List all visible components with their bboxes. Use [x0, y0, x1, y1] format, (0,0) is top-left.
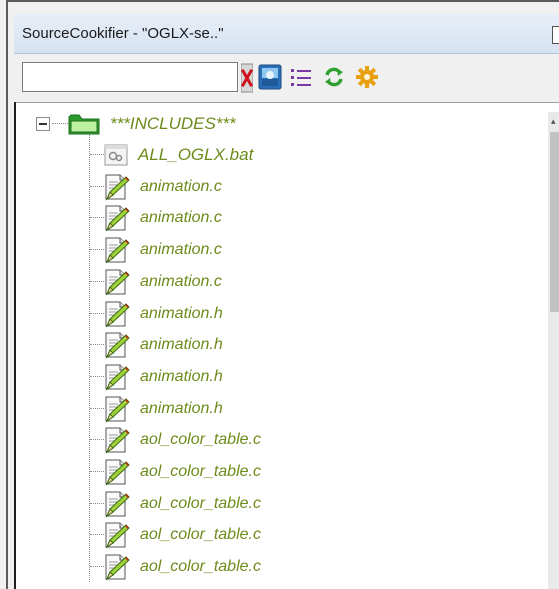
tree-connector-line	[90, 471, 104, 472]
refresh-button[interactable]	[319, 63, 349, 91]
tree-item[interactable]: aol_color_table.c	[90, 551, 261, 582]
tree-item-label: aol_color_table.c	[140, 525, 261, 543]
tree-item[interactable]: animation.h	[90, 329, 223, 360]
tree-root-label: ***INCLUDES***	[110, 113, 236, 133]
tree-item[interactable]: animation.c	[90, 266, 222, 297]
tree-item-label: animation.h	[140, 304, 223, 322]
vertical-scrollbar[interactable]	[548, 112, 559, 589]
tree-item-label: animation.h	[140, 335, 223, 353]
source-file-icon	[104, 331, 130, 359]
source-file-icon	[104, 268, 130, 296]
clear-button[interactable]	[240, 62, 254, 94]
tree-item[interactable]: animation.c	[90, 202, 222, 233]
tree-item[interactable]: aol_color_table.c	[90, 424, 261, 455]
panel-titlebar[interactable]: SourceCookifier - "OGLX-se.."	[14, 14, 559, 54]
tree-connector-line	[90, 408, 104, 409]
tree-item-label: aol_color_table.c	[140, 557, 261, 575]
settings-gear-icon	[356, 66, 378, 88]
list-view-icon	[291, 69, 311, 86]
source-file-icon	[104, 553, 130, 581]
tree-connector-line	[90, 534, 104, 535]
tree-root-includes[interactable]: ***INCLUDES***	[36, 108, 236, 139]
sourcecookifier-panel: SourceCookifier - "OGLX-se.." ▴ ***INCLU…	[0, 0, 559, 589]
tree-item-label: aol_color_table.c	[140, 430, 261, 448]
source-file-icon	[104, 490, 130, 518]
scroll-up-arrow-icon[interactable]: ▴	[551, 116, 556, 127]
tree-connector-line	[90, 217, 104, 218]
tree-item[interactable]: animation.h	[90, 361, 223, 392]
settings-button[interactable]	[353, 63, 381, 91]
tree-connector-line	[90, 439, 104, 440]
tree-top-divider	[14, 102, 559, 103]
tree-connector-line	[90, 376, 104, 377]
collapse-toggle-icon[interactable]	[36, 116, 50, 131]
tree-left-divider	[14, 102, 16, 589]
file-view-button[interactable]	[257, 63, 283, 91]
file-view-icon	[258, 64, 282, 90]
tree-item[interactable]: animation.h	[90, 393, 223, 424]
tree-connector-line	[90, 503, 104, 504]
folder-icon	[68, 114, 100, 134]
batch-file-icon	[104, 144, 128, 166]
tree-item-label: ALL_OGLX.bat	[138, 144, 254, 164]
tree-item[interactable]: aol_color_table.c	[90, 456, 261, 487]
tree-connector-line	[90, 154, 104, 155]
refresh-icon	[325, 67, 343, 87]
tree-item-label: aol_color_table.c	[140, 462, 261, 480]
tree-connector-line	[90, 281, 104, 282]
search-input[interactable]	[22, 62, 238, 92]
tree-item[interactable]: aol_color_table.c	[90, 519, 261, 550]
clear-x-icon	[241, 63, 253, 93]
source-file-icon	[104, 236, 130, 264]
tree-item[interactable]: aol_color_table.c	[90, 488, 261, 519]
tree-item-label: animation.c	[140, 240, 222, 258]
tree-connector-line	[90, 566, 104, 567]
tree-item-label: animation.h	[140, 399, 223, 417]
source-file-icon	[104, 521, 130, 549]
tree-item-label: aol_color_table.c	[140, 494, 261, 512]
list-view-button[interactable]	[288, 63, 314, 91]
tree-item[interactable]: animation.h	[90, 298, 223, 329]
scrollbar-thumb[interactable]	[550, 132, 559, 312]
tree-connector-line	[90, 344, 104, 345]
source-file-icon	[104, 395, 130, 423]
source-file-icon	[104, 300, 130, 328]
tree-item[interactable]: ALL_OGLX.bat	[90, 139, 253, 170]
tree-connector-line	[90, 186, 104, 187]
source-file-icon	[104, 458, 130, 486]
tree-item-label: animation.c	[140, 208, 222, 226]
source-file-icon	[104, 173, 130, 201]
tree-connector-line	[90, 249, 104, 250]
tree-item-label: animation.h	[140, 367, 223, 385]
source-file-icon	[104, 204, 130, 232]
tree-item[interactable]: animation.c	[90, 234, 222, 265]
tree-item-label: animation.c	[140, 177, 222, 195]
toolbar	[14, 54, 559, 102]
tree-item-label: animation.c	[140, 272, 222, 290]
tree-connector-line	[90, 313, 104, 314]
panel-title: SourceCookifier - "OGLX-se.."	[22, 25, 224, 42]
source-file-icon	[104, 363, 130, 391]
source-file-icon	[104, 426, 130, 454]
tree-item[interactable]: animation.c	[90, 171, 222, 202]
titlebar-edge-control[interactable]	[552, 26, 559, 44]
